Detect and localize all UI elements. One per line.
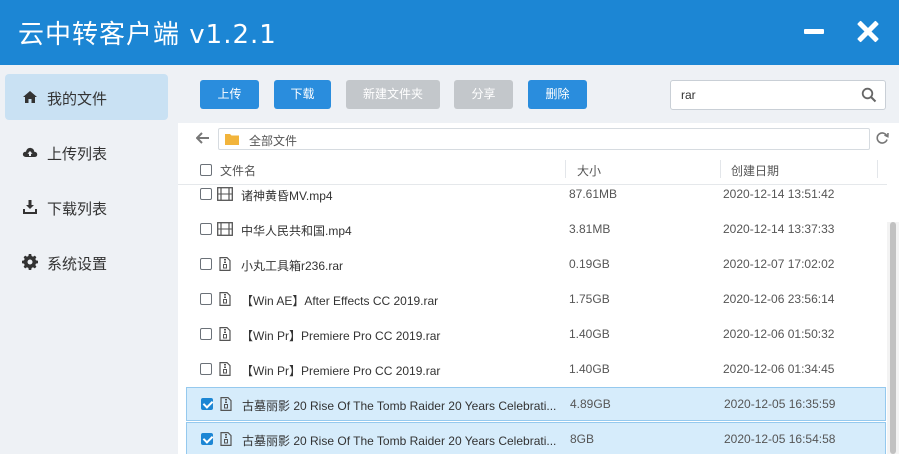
file-size: 0.19GB <box>569 257 610 271</box>
search-input[interactable] <box>681 87 851 103</box>
select-all-checkbox[interactable] <box>200 164 212 176</box>
file-size: 8GB <box>570 432 595 446</box>
file-date: 2020-12-14 13:51:42 <box>723 187 835 201</box>
minimize-icon <box>804 29 824 34</box>
video-file-icon <box>217 222 233 236</box>
file-size: 87.61MB <box>569 187 618 201</box>
file-name: 诸神黄昏MV.mp4 <box>241 189 333 203</box>
file-name: 古墓丽影 20 Rise Of The Tomb Raider 20 Years… <box>242 399 557 413</box>
row-checkbox[interactable] <box>200 328 212 340</box>
file-date: 2020-12-06 23:56:14 <box>723 292 835 306</box>
row-checkbox[interactable] <box>200 258 212 270</box>
new-folder-button[interactable]: 新建文件夹 <box>346 80 440 109</box>
sidebar-item-label: 系统设置 <box>47 256 108 273</box>
app-title: 云中转客户端 v1.2.1 <box>18 20 277 50</box>
upload-button[interactable]: 上传 <box>200 80 259 109</box>
download-button[interactable]: 下载 <box>274 80 331 109</box>
file-size: 3.81MB <box>569 222 611 236</box>
scrollbar[interactable] <box>887 222 899 454</box>
sidebar-item-label: 下载列表 <box>47 201 108 218</box>
column-header-date[interactable]: 创建日期 <box>731 162 779 179</box>
gear-icon <box>22 254 38 270</box>
archive-file-icon <box>220 397 232 411</box>
sidebar-item-system-settings[interactable]: 系统设置 <box>5 239 168 285</box>
table-row[interactable]: 古墓丽影 20 Rise Of The Tomb Raider 20 Years… <box>186 387 886 421</box>
archive-file-icon <box>219 327 231 341</box>
table-row[interactable]: 【Win AE】After Effects CC 2019.rar 1.75GB… <box>186 283 886 317</box>
file-size: 1.40GB <box>569 362 610 376</box>
sidebar-item-upload-list[interactable]: 上传列表 <box>5 129 168 175</box>
file-size: 1.40GB <box>569 327 610 341</box>
video-file-icon <box>217 187 233 201</box>
file-size: 4.89GB <box>570 397 611 411</box>
file-date: 2020-12-05 16:54:58 <box>724 432 836 446</box>
file-date: 2020-12-05 16:35:59 <box>724 397 836 411</box>
file-size: 1.75GB <box>569 292 610 306</box>
file-date: 2020-12-06 01:34:45 <box>723 362 835 376</box>
cloud-upload-icon <box>22 147 38 157</box>
table-row[interactable]: 【Win Pr】Premiere Pro CC 2019.rar 1.40GB … <box>186 353 886 387</box>
archive-file-icon <box>220 432 232 446</box>
folder-icon <box>225 134 239 145</box>
breadcrumb: 全部文件 <box>218 128 870 150</box>
row-checkbox[interactable] <box>201 398 213 410</box>
search-box <box>670 80 886 110</box>
minimize-button[interactable] <box>798 16 830 48</box>
path-bar: 全部文件 <box>178 123 899 153</box>
column-header-size[interactable]: 大小 <box>577 162 601 179</box>
row-checkbox[interactable] <box>200 363 212 375</box>
file-name: 中华人民共和国.mp4 <box>241 224 352 238</box>
table-row[interactable]: 【Win Pr】Premiere Pro CC 2019.rar 1.40GB … <box>186 318 886 352</box>
refresh-icon[interactable] <box>875 131 889 145</box>
close-button[interactable] <box>852 16 884 48</box>
row-checkbox[interactable] <box>200 293 212 305</box>
search-icon[interactable] <box>861 87 877 103</box>
row-checkbox[interactable] <box>200 223 212 235</box>
home-icon <box>23 91 37 103</box>
scroll-thumb[interactable] <box>890 222 896 454</box>
toolbar: 上传 下载 新建文件夹 分享 删除 <box>178 65 899 123</box>
file-date: 2020-12-07 17:02:02 <box>723 257 835 271</box>
sidebar-item-label: 上传列表 <box>47 146 108 163</box>
column-header-name[interactable]: 文件名 <box>220 162 256 179</box>
back-arrow-icon[interactable] <box>196 131 210 145</box>
file-name: 古墓丽影 20 Rise Of The Tomb Raider 20 Years… <box>242 434 557 448</box>
row-checkbox[interactable] <box>201 433 213 445</box>
title-bar[interactable]: 云中转客户端 v1.2.1 <box>0 0 899 65</box>
table-row[interactable]: 小丸工具箱r236.rar 0.19GB 2020-12-07 17:02:02 <box>186 248 886 282</box>
file-name: 【Win AE】After Effects CC 2019.rar <box>241 294 439 308</box>
file-name: 小丸工具箱r236.rar <box>241 259 344 273</box>
archive-file-icon <box>219 257 231 271</box>
file-name: 【Win Pr】Premiere Pro CC 2019.rar <box>241 329 441 343</box>
table-header: 文件名 大小 创建日期 <box>178 153 887 185</box>
file-date: 2020-12-14 13:37:33 <box>723 222 835 236</box>
file-name: 【Win Pr】Premiere Pro CC 2019.rar <box>241 364 441 378</box>
table-row[interactable]: 古墓丽影 20 Rise Of The Tomb Raider 20 Years… <box>186 422 886 454</box>
file-date: 2020-12-06 01:50:32 <box>723 327 835 341</box>
sidebar-item-download-list[interactable]: 下载列表 <box>5 184 168 230</box>
archive-file-icon <box>219 362 231 376</box>
file-table: 诸神黄昏MV.mp4 87.61MB 2020-12-14 13:51:42 中… <box>178 153 887 454</box>
row-checkbox[interactable] <box>200 188 212 200</box>
delete-button[interactable]: 删除 <box>528 80 587 109</box>
download-icon <box>23 200 37 214</box>
sidebar-item-label: 我的文件 <box>47 91 108 108</box>
sidebar-item-my-files[interactable]: 我的文件 <box>5 74 168 120</box>
sidebar: 我的文件 上传列表 下载列表 系统设置 <box>0 65 178 454</box>
breadcrumb-root[interactable]: 全部文件 <box>249 132 297 149</box>
share-button[interactable]: 分享 <box>454 80 513 109</box>
archive-file-icon <box>219 292 231 306</box>
table-row[interactable]: 中华人民共和国.mp4 3.81MB 2020-12-14 13:37:33 <box>186 213 886 247</box>
